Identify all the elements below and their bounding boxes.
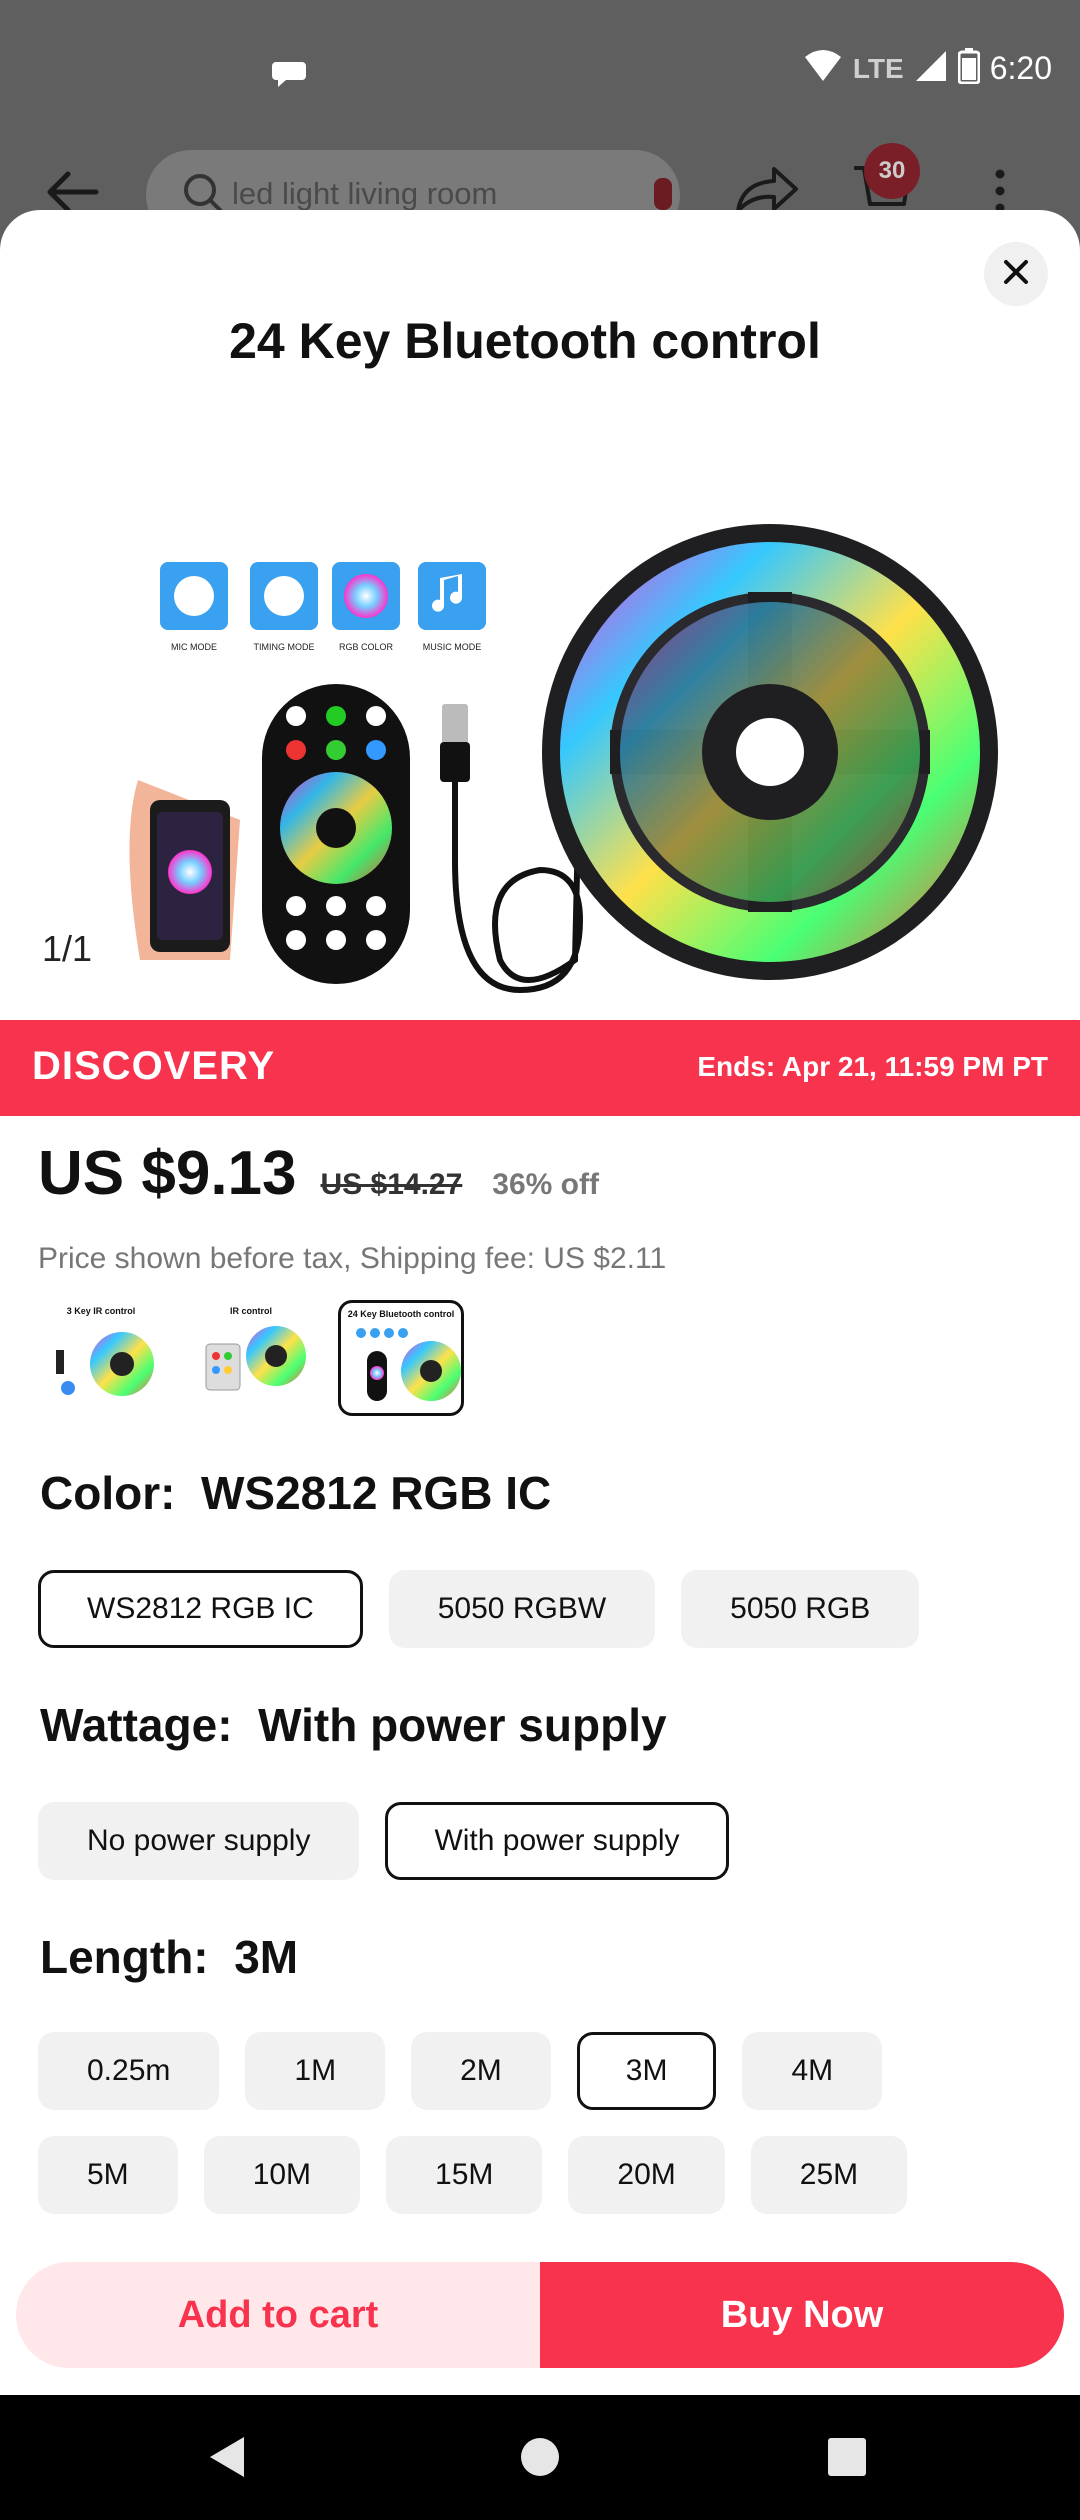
length-label: Length: [40, 1931, 209, 1983]
wattage-options: No power supply With power supply [38, 1802, 729, 1880]
wifi-icon [803, 49, 843, 88]
cart-count-badge: 30 [864, 143, 920, 199]
mode-label: MUSIC MODE [423, 642, 482, 652]
length-option[interactable]: 0.25m [38, 2032, 220, 2110]
clock: 6:20 [989, 50, 1052, 86]
length-option[interactable]: 25M [750, 2136, 908, 2214]
sku-thumbnails: 3 Key IR control IR control 24 Key Bluet… [38, 1300, 464, 1416]
color-value: WS2812 RGB IC [200, 1467, 552, 1519]
thumbnail-caption: 24 Key Bluetooth control [347, 1309, 455, 1319]
promo-end-time: Ends: Apr 21, 11:59 PM PT [697, 1051, 1048, 1082]
mode-icons [160, 562, 486, 630]
wattage-option-with-power[interactable]: With power supply [385, 1802, 729, 1880]
sku-selector-sheet: 24 Key Bluetooth control MIC MODE TIMING… [0, 210, 1080, 2395]
sku-thumbnail[interactable]: IR control [188, 1300, 314, 1416]
system-navigation-bar [0, 2395, 1080, 2520]
length-option[interactable]: 15M [386, 2136, 543, 2214]
search-query: led light living room [232, 176, 498, 211]
sku-thumbnail-selected[interactable]: 24 Key Bluetooth control [338, 1300, 464, 1416]
length-option[interactable]: 10M [203, 2136, 361, 2214]
color-options: WS2812 RGB IC 5050 RGBW 5050 RGB [38, 1570, 920, 1648]
color-option-5050-rgbw[interactable]: 5050 RGBW [388, 1570, 656, 1648]
promo-brand: DISCOVERY [32, 1044, 276, 1088]
length-options-row-2: 5M 10M 15M 20M 25M [38, 2136, 908, 2214]
battery-icon [957, 48, 981, 89]
wattage-value: With power supply [258, 1699, 667, 1751]
nav-recents-icon[interactable] [826, 2435, 868, 2484]
length-option[interactable]: 20M [568, 2136, 725, 2214]
thumbnail-caption: IR control [230, 1306, 272, 1316]
network-type: LTE [852, 52, 904, 84]
product-thumb-icon [654, 178, 672, 210]
purchase-actions: Add to cart Buy Now [16, 2262, 1064, 2368]
chat-notification-icon [272, 58, 306, 93]
discount-badge: 36% off [492, 1168, 599, 1201]
length-value: 3M [234, 1931, 299, 1983]
signal-icon [914, 49, 948, 88]
mode-label: TIMING MODE [254, 642, 315, 652]
color-option-5050-rgb[interactable]: 5050 RGB [681, 1570, 920, 1648]
length-option[interactable]: 4M [742, 2032, 883, 2110]
wattage-label: Wattage: [40, 1699, 233, 1751]
sku-thumbnail[interactable]: 3 Key IR control [38, 1300, 164, 1416]
product-image[interactable]: MIC MODE TIMING MODE RGB COLOR MUSIC MOD… [0, 400, 1080, 1010]
length-option[interactable]: 1M [245, 2032, 386, 2110]
status-bar: LTE 6:20 [0, 0, 1080, 145]
length-options-row-1: 0.25m 1M 2M 3M 4M [38, 2032, 883, 2110]
product-image-title: 24 Key Bluetooth control [229, 313, 821, 369]
color-label: Color: [40, 1467, 176, 1519]
price-note: Price shown before tax, Shipping fee: US… [38, 1242, 667, 1275]
color-option-ws2812[interactable]: WS2812 RGB IC [38, 1570, 363, 1648]
close-button[interactable] [984, 242, 1048, 306]
length-option-selected[interactable]: 3M [576, 2032, 717, 2110]
color-attribute-title: Color: WS2812 RGB IC [40, 1466, 551, 1520]
promo-banner: DISCOVERY Ends: Apr 21, 11:59 PM PT [0, 1020, 1080, 1116]
nav-home-icon[interactable] [520, 2435, 560, 2484]
length-option[interactable]: 5M [38, 2136, 178, 2214]
original-price: US $14.27 [320, 1168, 463, 1201]
mode-label: RGB COLOR [339, 642, 394, 652]
nav-back-icon[interactable] [208, 2435, 248, 2484]
buy-now-button[interactable]: Buy Now [540, 2262, 1064, 2368]
wattage-option-no-power[interactable]: No power supply [38, 1802, 360, 1880]
length-attribute-title: Length: 3M [40, 1930, 298, 1984]
wattage-attribute-title: Wattage: With power supply [40, 1698, 667, 1752]
thumbnail-caption: 3 Key IR control [66, 1306, 136, 1316]
close-icon [1003, 259, 1029, 290]
current-price: US $9.13 [38, 1139, 297, 1208]
add-to-cart-button[interactable]: Add to cart [16, 2262, 540, 2368]
image-counter: 1/1 [42, 928, 93, 969]
price-row: US $9.13 US $14.27 36% off [38, 1138, 599, 1209]
length-option[interactable]: 2M [411, 2032, 551, 2110]
mode-label: MIC MODE [171, 642, 217, 652]
